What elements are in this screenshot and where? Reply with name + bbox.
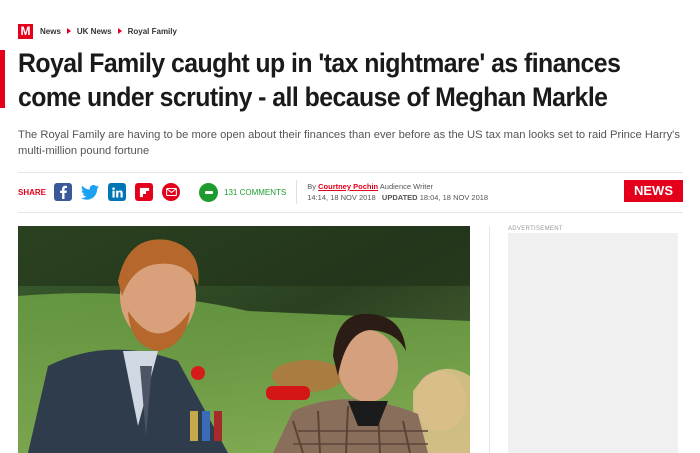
share-bar: SHARE 131 COMMENTS By Courtney Pochin Au… [18, 177, 683, 207]
byline: By Courtney Pochin Audience Writer 14:14… [307, 181, 488, 203]
published-time: 14:14, 18 NOV 2018 [307, 193, 376, 202]
author-link[interactable]: Courtney Pochin [318, 182, 378, 191]
breadcrumb: M News UK News Royal Family [18, 23, 177, 39]
headline-line-2: come under scrutiny - all because of Meg… [18, 82, 608, 112]
article-photo-illustration [18, 226, 470, 453]
headline-accent-bar [0, 50, 5, 108]
advertisement-slot[interactable] [508, 233, 678, 453]
author-role: Audience Writer [379, 182, 434, 191]
breadcrumb-royal-family[interactable]: Royal Family [128, 27, 177, 36]
divider [18, 212, 683, 213]
column-divider [489, 226, 490, 453]
facebook-icon[interactable] [54, 183, 73, 201]
comment-bubble-icon [199, 182, 219, 202]
breadcrumb-arrow-icon [66, 28, 71, 34]
headline-line-1: Royal Family caught up in 'tax nightmare… [18, 48, 621, 78]
linkedin-icon[interactable] [108, 183, 127, 201]
updated-label: UPDATED [381, 193, 418, 202]
breadcrumb-arrow-icon [117, 28, 122, 34]
twitter-icon[interactable] [81, 183, 100, 201]
article-standfirst: The Royal Family are having to be more o… [18, 129, 680, 157]
divider [18, 172, 683, 173]
mirror-logo[interactable]: M [18, 23, 33, 39]
breadcrumb-uk-news[interactable]: UK News [77, 27, 112, 36]
updated-time: 18:04, 18 NOV 2018 [419, 193, 489, 202]
comments-count[interactable]: 131 COMMENTS [224, 188, 286, 197]
advertisement-label: ADVERTISEMENT [508, 226, 563, 232]
byline-by: By [307, 182, 317, 191]
byline-separator [296, 180, 298, 204]
flipboard-icon[interactable] [135, 183, 154, 201]
comments-link[interactable]: 131 COMMENTS [199, 182, 286, 202]
section-badge[interactable]: NEWS [624, 180, 683, 202]
breadcrumb-news[interactable]: News [40, 27, 61, 36]
article-headline: Royal Family caught up in 'tax nightmare… [18, 46, 680, 114]
article-photo[interactable] [18, 226, 470, 453]
share-label: SHARE [18, 187, 47, 197]
email-icon[interactable] [162, 183, 181, 201]
